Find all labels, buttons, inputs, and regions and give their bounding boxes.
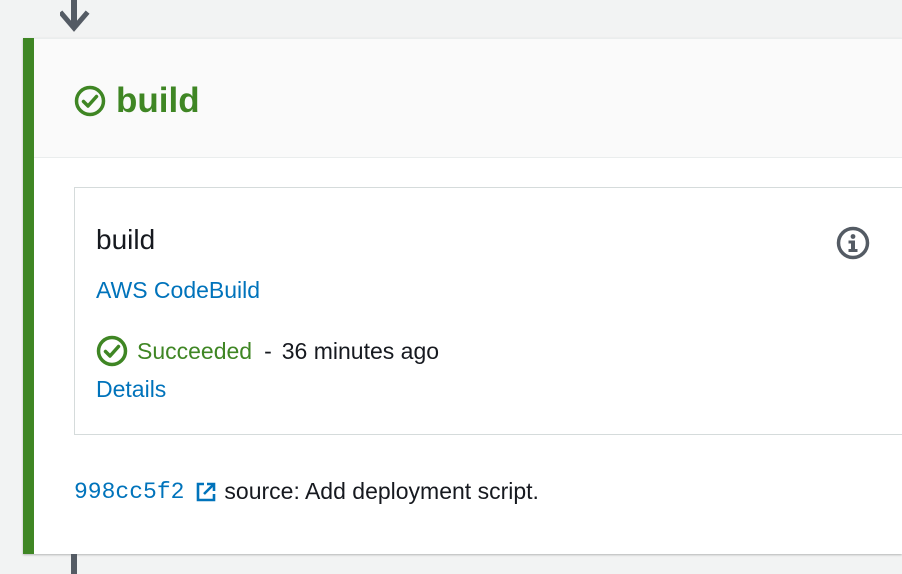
success-check-icon	[96, 335, 128, 367]
info-icon[interactable]	[836, 226, 870, 260]
status-separator: -	[264, 337, 272, 364]
transition-arrow-icon	[60, 0, 90, 32]
stage-header: build	[34, 38, 902, 158]
action-name: build	[96, 224, 156, 255]
stage-panel: build build AWS CodeBuild Succeeded - 36…	[23, 38, 902, 554]
details-link[interactable]: Details	[96, 376, 166, 403]
action-card: build AWS CodeBuild Succeeded - 36 minut…	[74, 187, 902, 435]
action-status-row: Succeeded - 36 minutes ago	[96, 335, 439, 367]
external-link-icon[interactable]	[196, 482, 216, 502]
commit-message: source: Add deployment script.	[224, 478, 539, 504]
status-label: Succeeded	[137, 337, 253, 364]
revision-row: 998cc5f2 source: Add deployment script.	[74, 478, 539, 505]
success-check-icon	[74, 85, 106, 117]
stage-title-group: build	[74, 81, 200, 121]
status-timestamp: 36 minutes ago	[281, 337, 440, 364]
commit-id-link[interactable]: 998cc5f2	[74, 479, 184, 505]
provider-link[interactable]: AWS CodeBuild	[96, 277, 260, 304]
transition-connector	[71, 554, 77, 574]
stage-title: build	[116, 81, 200, 120]
